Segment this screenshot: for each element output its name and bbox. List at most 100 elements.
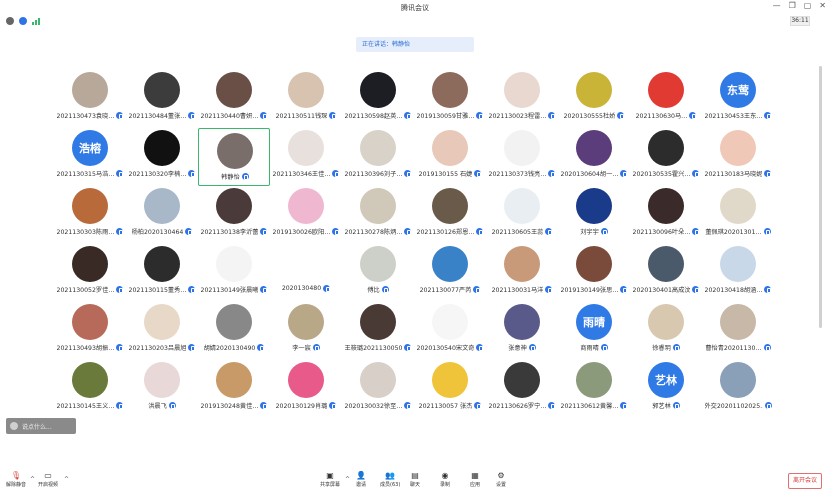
participant-tile[interactable]: 2021130057 张杰 <box>414 360 486 418</box>
participant-tile[interactable]: 2021130115董秀… <box>126 244 198 302</box>
participant-tile[interactable]: 洪晨飞 <box>126 360 198 418</box>
participant-tile[interactable]: 雨晴 商雨晴 <box>558 302 630 360</box>
participant-tile[interactable]: 2021130440曹妍… <box>198 70 270 128</box>
participant-tile[interactable]: 董佩琪20201301… <box>702 186 774 244</box>
participant-tile[interactable]: 2019130248黄佳… <box>198 360 270 418</box>
participant-label: 2021130115董秀… <box>126 285 198 294</box>
participant-tile[interactable]: 胡婧2020130490 <box>198 302 270 360</box>
avatar <box>216 246 252 282</box>
participant-tile[interactable]: 傅比 <box>342 244 414 302</box>
participant-tile[interactable]: 韩静怡 <box>198 128 270 186</box>
participant-tile[interactable]: 刘宇宇 <box>558 186 630 244</box>
participant-tile[interactable]: 外交20201102025… <box>702 360 774 418</box>
participant-tile[interactable]: 2020130401高成汶 <box>630 244 702 302</box>
members-button[interactable]: 👥 成员(63) <box>380 471 400 488</box>
invite-button[interactable]: 👤 邀请 <box>356 471 366 488</box>
participant-tile[interactable]: 2021130630马… <box>630 70 702 128</box>
participant-tile[interactable]: 艺林 郭艺林 <box>630 360 702 418</box>
participant-tile[interactable]: 2021130598赵英… <box>342 70 414 128</box>
participant-tile[interactable]: 2021130023程雷… <box>486 70 558 128</box>
participant-tile[interactable]: 2019130026欧阳… <box>270 186 342 244</box>
participant-tile[interactable]: 2021130278陈炳… <box>342 186 414 244</box>
participant-tile[interactable]: 2020130129肖璐 <box>270 360 342 418</box>
participant-name: 2021130278陈炳… <box>344 229 403 236</box>
mic-options-chevron-icon[interactable]: ^ <box>30 476 35 483</box>
participant-tile[interactable]: 2020130418胡涵… <box>702 244 774 302</box>
participant-tile[interactable]: 2020130032徐至… <box>342 360 414 418</box>
participant-tile[interactable]: 2021130203吕晨旭 <box>126 302 198 360</box>
participant-tile[interactable]: 2020130604胡一… <box>558 128 630 186</box>
participant-tile[interactable]: 2021130303陈雨… <box>54 186 126 244</box>
participant-tile[interactable]: 张意神 <box>486 302 558 360</box>
participant-tile[interactable]: 东莺 2021130453王东… <box>702 70 774 128</box>
mic-status-icon <box>620 402 628 409</box>
participant-tile[interactable]: 2021130320李楠… <box>126 128 198 186</box>
signal-icon[interactable] <box>32 17 40 25</box>
participant-tile[interactable]: 王筱璐2021130050 <box>342 302 414 360</box>
participant-tile[interactable]: 2019130149张思… <box>558 244 630 302</box>
participant-tile[interactable]: 李一宸 <box>270 302 342 360</box>
participant-tile[interactable]: 2021130149张晨曦 <box>198 244 270 302</box>
participant-tile[interactable]: 2021130077严芮 <box>414 244 486 302</box>
participant-tile[interactable]: 2019130059甘雅… <box>414 70 486 128</box>
participant-tile[interactable]: 2019130155 石婕 <box>414 128 486 186</box>
minimize-icon[interactable]: — <box>773 1 781 10</box>
avatar <box>360 362 396 398</box>
share-screen-button[interactable]: ▣ 共享屏幕 <box>320 471 340 488</box>
participant-tile[interactable]: 2020130480 <box>270 244 342 302</box>
record-button[interactable]: ◉ 录制 <box>440 471 450 488</box>
participant-tile[interactable]: 2021130145王义… <box>54 360 126 418</box>
mic-status-icon <box>764 112 772 119</box>
participant-tile[interactable]: 2020130555杜娇 <box>558 70 630 128</box>
participant-tile[interactable]: 2021130493胡振… <box>54 302 126 360</box>
info-icon[interactable] <box>6 17 14 25</box>
participant-tile[interactable]: 2021130626罗宁… <box>486 360 558 418</box>
participant-tile[interactable]: 2021130373钱亮… <box>486 128 558 186</box>
participant-name: 2020130555杜娇 <box>563 113 616 120</box>
participant-tile[interactable]: 曹怡青20201130… <box>702 302 774 360</box>
settings-button[interactable]: ⚙ 设置 <box>496 471 506 488</box>
participant-tile[interactable]: 2021130511钱琛 <box>270 70 342 128</box>
video-button[interactable]: ▭ 开启视频 <box>38 471 58 488</box>
participant-tile[interactable]: 2021130346王佳… <box>270 128 342 186</box>
participant-name: 胡婧2020130490 <box>203 345 256 352</box>
leave-meeting-button[interactable]: 离开会议 <box>788 473 822 489</box>
share-options-chevron-icon[interactable]: ^ <box>345 476 350 483</box>
chat-input-toast[interactable]: 说点什么... <box>6 418 76 434</box>
participant-tile[interactable]: 2021130096叶朵… <box>630 186 702 244</box>
participant-tile[interactable]: 2021130052罗佳… <box>54 244 126 302</box>
video-options-chevron-icon[interactable]: ^ <box>64 476 69 483</box>
participant-tile[interactable]: 2021130605王蕊 <box>486 186 558 244</box>
mic-status-icon <box>260 112 268 119</box>
participant-tile[interactable]: 2021130183马晓妮 <box>702 128 774 186</box>
participant-tile[interactable]: 杨柏2020130464 <box>126 186 198 244</box>
mic-status-icon <box>404 344 412 351</box>
participant-label: 2020130535霍兴… <box>630 169 702 178</box>
participant-tile[interactable]: 2021130031马洋 <box>486 244 558 302</box>
chat-button[interactable]: ▤ 聊天 <box>410 471 420 488</box>
avatar <box>504 72 540 108</box>
participant-tile[interactable]: 2020130535霍兴… <box>630 128 702 186</box>
fullscreen-icon[interactable]: ▢ <box>804 1 812 10</box>
participant-tile[interactable]: 2021130138李沂蕾 <box>198 186 270 244</box>
mute-button[interactable]: 🎙 解除静音 <box>6 471 26 488</box>
participant-tile[interactable]: 2021130612黄馨… <box>558 360 630 418</box>
participant-tile[interactable]: 2021130473袁晓… <box>54 70 126 128</box>
participant-label: 杨柏2020130464 <box>126 227 198 236</box>
participant-name: 2021130346王佳… <box>272 171 331 178</box>
participant-tile[interactable]: 2021130126郑恩… <box>414 186 486 244</box>
participant-name: 2020130129肖璐 <box>275 403 328 410</box>
apps-button[interactable]: ▦ 应用 <box>470 471 480 488</box>
participant-tile[interactable]: 2020130540宋文奇 <box>414 302 486 360</box>
avatar <box>288 304 324 340</box>
close-icon[interactable]: ✕ <box>819 1 826 10</box>
participant-tile[interactable]: 浩榕 2021130315马浩… <box>54 128 126 186</box>
participant-tile[interactable]: 徐睿玥 <box>630 302 702 360</box>
scrollbar[interactable] <box>819 66 822 328</box>
restore-icon[interactable]: ❐ <box>789 1 796 10</box>
shield-icon[interactable] <box>19 17 27 25</box>
title-bar: 腾讯会议 <box>0 0 830 15</box>
participant-tile[interactable]: 2021130396刘子… <box>342 128 414 186</box>
participant-tile[interactable]: 2021130484董张… <box>126 70 198 128</box>
participant-label: 2021130096叶朵… <box>630 227 702 236</box>
